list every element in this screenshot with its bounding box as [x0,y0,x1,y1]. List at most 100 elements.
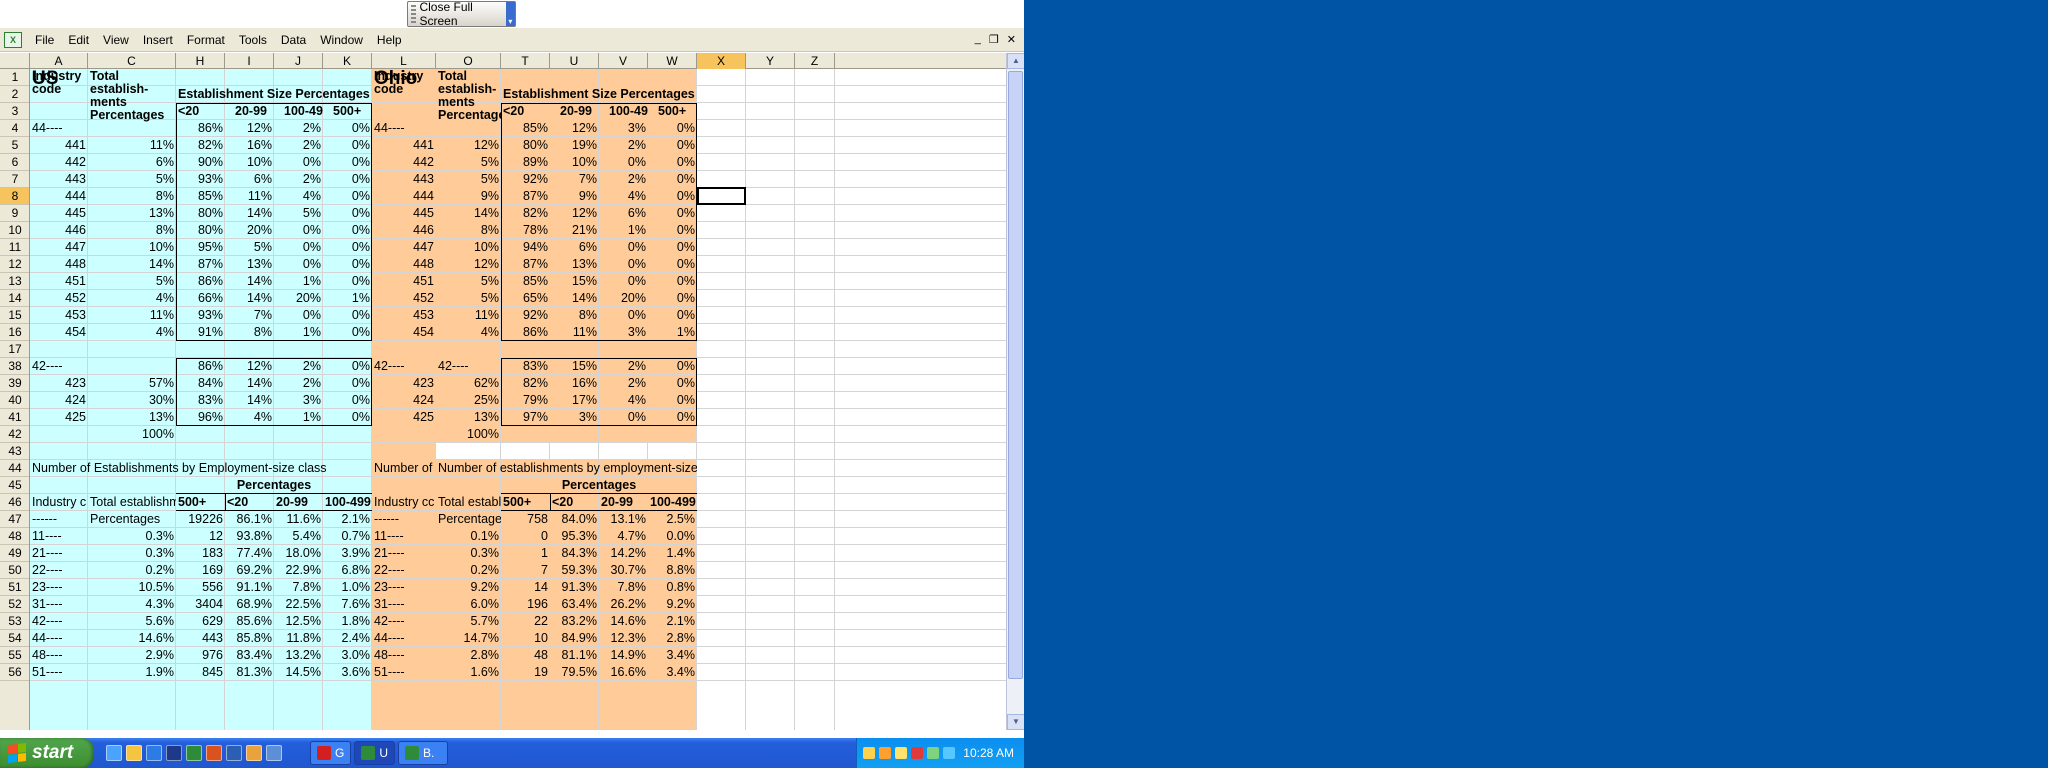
menu-file[interactable]: File [28,33,61,47]
ohio-industry-code[interactable]: 446 [372,222,436,239]
row-header-47[interactable]: 47 [0,511,29,528]
us-number-cell[interactable]: 7.8% [274,579,323,596]
ohio-size-pct[interactable]: 9% [550,188,599,205]
ohio-number-title2[interactable]: Number of establishments by employment-s… [436,460,697,477]
us-size-pct[interactable]: 93% [176,171,225,188]
quicklaunch-folder-icon[interactable] [126,745,142,761]
ohio-number-cell[interactable]: 10 [501,630,550,647]
ohio-number-header[interactable]: <20 [550,494,599,511]
us-size-pct[interactable]: 14% [225,375,274,392]
ohio-size-pct[interactable]: 97% [501,409,550,426]
row-header-43[interactable]: 43 [0,443,29,460]
ohio-number-cell[interactable]: 2.1% [648,613,697,630]
ohio-size-pct[interactable]: 65% [501,290,550,307]
ohio-number-cell[interactable]: 196 [501,596,550,613]
us-total-pct[interactable]: 11% [88,307,176,324]
us-size-pct[interactable]: 0% [323,358,372,375]
us-industry-code[interactable]: 448 [30,256,88,273]
row-header-12[interactable]: 12 [0,256,29,273]
us-number-cell[interactable]: 81.3% [225,664,274,681]
us-size-pct[interactable]: 0% [323,375,372,392]
tray-volume-icon[interactable] [943,747,956,759]
us-size-pct[interactable]: 20% [225,222,274,239]
ohio-number-cell[interactable]: 42---- [372,613,436,630]
ohio-size-pct[interactable]: 16% [550,375,599,392]
us-number-cell[interactable]: 1.9% [88,664,176,681]
us-number-cell[interactable]: 2.1% [323,511,372,528]
ohio-industry-code[interactable]: 442 [372,154,436,171]
ohio-size-pct[interactable]: 89% [501,154,550,171]
row-header-7[interactable]: 7 [0,171,29,188]
ohio-size-pct[interactable]: 79% [501,392,550,409]
us-industry-code[interactable]: 424 [30,392,88,409]
us-size-pct[interactable]: 1% [323,290,372,307]
ohio-number-cell[interactable]: 0.8% [648,579,697,596]
ohio-number-cell[interactable]: 9.2% [648,596,697,613]
us-total-pct[interactable]: 14% [88,256,176,273]
ohio-number-cell[interactable]: 16.6% [599,664,648,681]
ohio-size-pct[interactable]: 2% [599,358,648,375]
ohio-size-pct[interactable]: 11% [550,324,599,341]
us-total-pct[interactable]: 13% [88,409,176,426]
ohio-industry-code[interactable]: 453 [372,307,436,324]
us-size-pct[interactable]: 1% [274,324,323,341]
us-number-cell[interactable]: 7.6% [323,596,372,613]
ohio-number-cell[interactable]: ------ [372,511,436,528]
us-number-cell[interactable]: 845 [176,664,225,681]
ohio-size-pct[interactable]: 0% [599,239,648,256]
us-number-cell[interactable]: 11---- [30,528,88,545]
ohio-size-pct[interactable]: 0% [648,137,697,154]
us-total-pct[interactable] [88,358,176,375]
us-size-pct[interactable]: 20% [274,290,323,307]
us-size-pct[interactable]: 0% [323,171,372,188]
ohio-number-cell[interactable]: 14.9% [599,647,648,664]
ohio-number-cell[interactable]: 14.2% [599,545,648,562]
column-header-t[interactable]: T [501,53,550,69]
ohio-number-cell[interactable]: 14 [501,579,550,596]
us-number-cell[interactable]: 18.0% [274,545,323,562]
us-size-pct[interactable]: 2% [274,171,323,188]
column-header-l[interactable]: L [372,53,436,69]
us-number-cell[interactable]: 3404 [176,596,225,613]
us-size-pct[interactable]: 13% [225,256,274,273]
us-size-pct[interactable]: 4% [225,409,274,426]
tray-security-icon[interactable] [895,747,908,759]
column-header-y[interactable]: Y [746,53,795,69]
us-size-pct[interactable]: 86% [176,120,225,137]
ohio-number-cell[interactable]: 0.2% [436,562,501,579]
ohio-industry-code[interactable]: 448 [372,256,436,273]
us-total-pct[interactable]: 30% [88,392,176,409]
us-number-cell[interactable]: 556 [176,579,225,596]
ohio-size-pct[interactable]: 3% [599,324,648,341]
row-header-41[interactable]: 41 [0,409,29,426]
ohio-number-cell[interactable]: 2.5% [648,511,697,528]
ohio-size-pct[interactable]: 0% [599,409,648,426]
minimize-icon[interactable]: _ [975,33,981,46]
tray-alert-icon[interactable] [911,747,924,759]
us-number-cell[interactable]: 86.1% [225,511,274,528]
us-number-cell[interactable]: 5.6% [88,613,176,630]
ohio-section-title[interactable]: Establishment Size Percentages [501,86,697,103]
ohio-industry-code[interactable]: 445 [372,205,436,222]
quicklaunch-app-icon[interactable] [266,745,282,761]
us-number-cell[interactable]: 0.3% [88,528,176,545]
ohio-number-cell[interactable]: Percentages [436,511,501,528]
close-icon[interactable]: ✕ [1007,33,1016,46]
column-header-o[interactable]: O [436,53,501,69]
ohio-size-pct[interactable]: 85% [501,273,550,290]
ohio-number-cell[interactable]: 758 [501,511,550,528]
us-size-pct[interactable]: 5% [225,239,274,256]
us-total-pct[interactable]: 5% [88,273,176,290]
quicklaunch-word-icon[interactable] [226,745,242,761]
us-total-100[interactable]: 100% [88,426,176,443]
us-total-pct[interactable]: 8% [88,188,176,205]
ohio-size-pct[interactable]: 0% [648,205,697,222]
ohio-total-pct[interactable]: 5% [436,154,501,171]
menu-view[interactable]: View [96,33,136,47]
us-size-pct[interactable]: 95% [176,239,225,256]
ohio-size-pct[interactable]: 80% [501,137,550,154]
ohio-number-header[interactable]: 20-99 [599,494,648,511]
quicklaunch-outlook-icon[interactable] [246,745,262,761]
us-size-pct[interactable]: 7% [225,307,274,324]
ohio-number-cell[interactable]: 1.4% [648,545,697,562]
